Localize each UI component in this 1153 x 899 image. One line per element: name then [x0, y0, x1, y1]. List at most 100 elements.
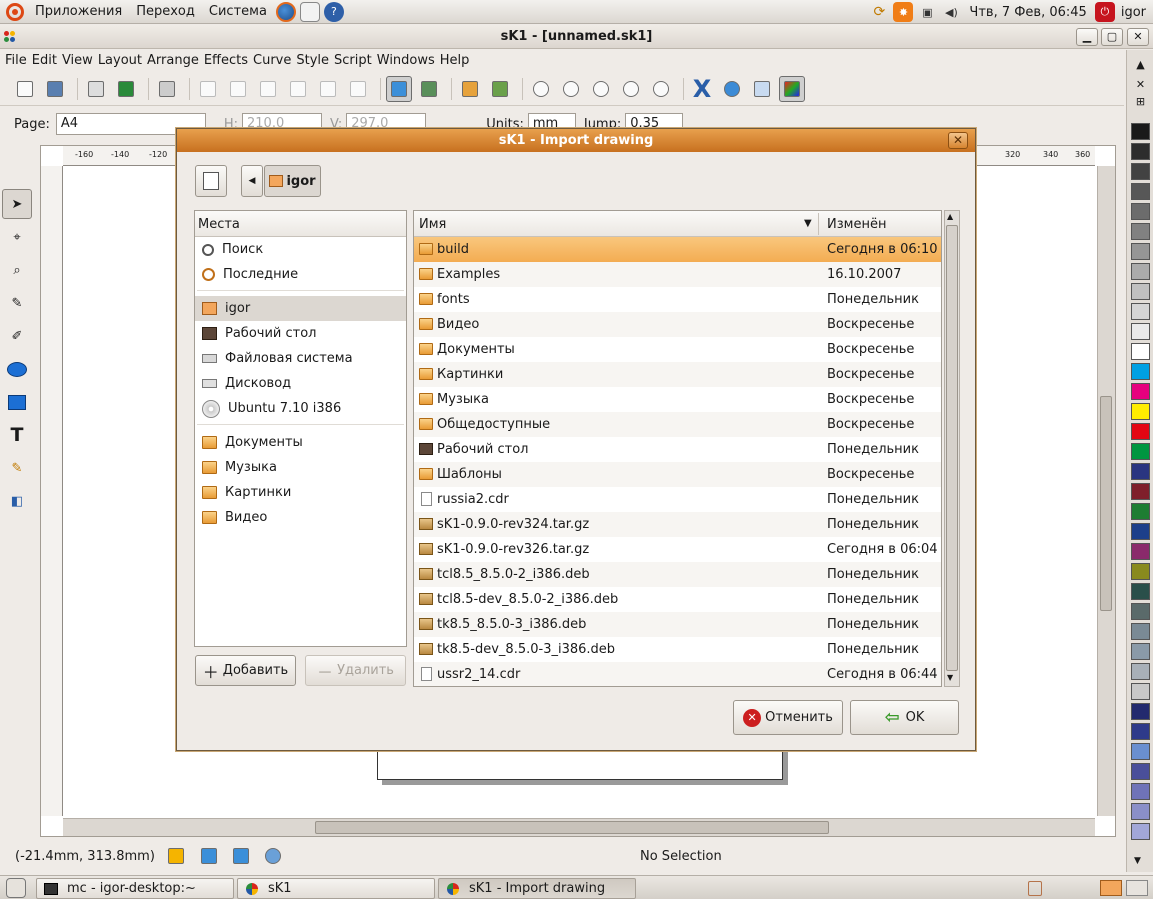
file-row[interactable]: ussr2_14.cdr Сегодня в 06:44	[414, 662, 941, 686]
file-row[interactable]: Музыка Воскресенье	[414, 387, 941, 412]
zoom-100-icon[interactable]	[558, 76, 584, 102]
palette-swatch[interactable]	[1131, 623, 1150, 640]
applications-menu[interactable]: Приложения	[28, 0, 129, 24]
palette-swatch[interactable]	[1131, 763, 1150, 780]
file-row[interactable]: tcl8.5-dev_8.5.0-2_i386.deb Понедельник	[414, 587, 941, 612]
palette-swatch[interactable]	[1131, 143, 1150, 160]
place-search[interactable]: Поиск	[195, 237, 406, 262]
ellipse-tool-icon[interactable]	[2, 354, 32, 384]
menu-layout[interactable]: Layout	[96, 53, 144, 68]
cancel-button[interactable]: ✕ Отменить	[733, 700, 843, 735]
palette-grid-icon[interactable]: ⊞	[1132, 95, 1149, 108]
palette-scroll-down-icon[interactable]: ▼	[1134, 856, 1141, 866]
paste-icon[interactable]	[345, 76, 371, 102]
zoom-selection-icon[interactable]	[588, 76, 614, 102]
open-folder-icon[interactable]	[42, 76, 68, 102]
volume-icon[interactable]: ◀)	[941, 2, 961, 22]
place-music[interactable]: Музыка	[195, 455, 406, 480]
file-row[interactable]: Видео Воскресенье	[414, 312, 941, 337]
print-icon[interactable]	[154, 76, 180, 102]
palette-swatch[interactable]	[1131, 743, 1150, 760]
minimize-button[interactable]: ▁	[1076, 28, 1098, 46]
palette-swatch[interactable]	[1131, 283, 1150, 300]
file-list-scroll-thumb[interactable]	[946, 225, 958, 671]
palette-swatch[interactable]	[1131, 723, 1150, 740]
file-row[interactable]: russia2.cdr Понедельник	[414, 487, 941, 512]
user-name[interactable]: igor	[1121, 5, 1146, 20]
menu-file[interactable]: File	[3, 53, 29, 68]
close-document-icon[interactable]: X	[689, 75, 715, 103]
palette-swatch[interactable]	[1131, 263, 1150, 280]
place-recent[interactable]: Последние	[195, 262, 406, 287]
palette-swatch[interactable]	[1131, 323, 1150, 340]
alert-icon[interactable]: ✸	[893, 2, 914, 22]
palette-swatch[interactable]	[1131, 303, 1150, 320]
palette-scroll-up-icon[interactable]: ▲	[1132, 58, 1149, 71]
palette-swatch[interactable]	[1131, 123, 1150, 140]
window-titlebar[interactable]: sK1 - [unnamed.sk1] ▁ ▢ ✕	[0, 25, 1153, 49]
place-floppy[interactable]: Дисковод	[195, 371, 406, 396]
path-button-igor[interactable]: igor	[264, 165, 321, 197]
canvas-horizontal-scrollbar[interactable]	[63, 818, 1095, 836]
file-row[interactable]: sK1-0.9.0-rev326.tar.gz Сегодня в 06:04	[414, 537, 941, 562]
shapes-icon[interactable]	[749, 76, 775, 102]
file-row[interactable]: sK1-0.9.0-rev324.tar.gz Понедельник	[414, 512, 941, 537]
menu-windows[interactable]: Windows	[375, 53, 437, 68]
palette-swatch[interactable]	[1131, 643, 1150, 660]
palette-swatch[interactable]	[1131, 363, 1150, 380]
palette-swatch[interactable]	[1131, 343, 1150, 360]
path-back-button[interactable]: ◀	[241, 165, 263, 197]
palette-swatch[interactable]	[1131, 583, 1150, 600]
remove-bookmark-button[interactable]: － Удалить	[305, 655, 406, 686]
help-icon[interactable]: ?	[323, 1, 344, 22]
trash-icon[interactable]	[1028, 881, 1042, 896]
task-import-drawing[interactable]: sK1 - Import drawing	[438, 878, 636, 899]
menu-curve[interactable]: Curve	[251, 53, 293, 68]
update-notifier-icon[interactable]: ⟳	[869, 2, 889, 22]
file-row[interactable]: build Сегодня в 06:10	[414, 237, 941, 262]
file-list-scrollbar[interactable]: ▲ ▼	[944, 210, 960, 687]
palette-swatch[interactable]	[1131, 163, 1150, 180]
place-videos[interactable]: Видео	[195, 505, 406, 530]
file-row[interactable]: tk8.5-dev_8.5.0-3_i386.deb Понедельник	[414, 637, 941, 662]
color-manager-icon[interactable]	[779, 75, 805, 102]
places-menu[interactable]: Переход	[129, 0, 202, 24]
vscroll-thumb[interactable]	[1100, 396, 1112, 611]
menu-help[interactable]: Help	[438, 53, 472, 68]
file-row[interactable]: fonts Понедельник	[414, 287, 941, 312]
close-button[interactable]: ✕	[1127, 28, 1149, 46]
file-row[interactable]: Документы Воскресенье	[414, 337, 941, 362]
palette-swatch[interactable]	[1131, 663, 1150, 680]
dialog-title[interactable]: sK1 - Import drawing	[177, 129, 975, 152]
palette-swatch[interactable]	[1131, 603, 1150, 620]
palette-swatch[interactable]	[1131, 243, 1150, 260]
palette-swatch[interactable]	[1131, 463, 1150, 480]
palette-swatch[interactable]	[1131, 823, 1150, 840]
menu-script[interactable]: Script	[332, 53, 374, 68]
place-documents[interactable]: Документы	[195, 430, 406, 455]
new-document-icon[interactable]	[12, 76, 38, 102]
palette-swatch[interactable]	[1131, 523, 1150, 540]
bitmap-import-icon[interactable]	[457, 76, 483, 102]
file-row[interactable]: Рабочий стол Понедельник	[414, 437, 941, 462]
zoom-tool-icon[interactable]: ⌕	[2, 255, 32, 285]
palette-swatch[interactable]	[1131, 403, 1150, 420]
place-cdrom[interactable]: Ubuntu 7.10 i386	[195, 396, 406, 421]
file-row[interactable]: tk8.5_8.5.0-3_i386.deb Понедельник	[414, 612, 941, 637]
firefox-icon[interactable]	[275, 1, 296, 22]
no-color-icon[interactable]: ✕	[1132, 78, 1149, 91]
bitmap-export-icon[interactable]	[487, 76, 513, 102]
palette-swatch[interactable]	[1131, 703, 1150, 720]
outline-tool-icon[interactable]: ✎	[2, 453, 32, 483]
palette-swatch[interactable]	[1131, 203, 1150, 220]
menu-edit[interactable]: Edit	[30, 53, 59, 68]
zoom-page-icon[interactable]	[528, 76, 554, 102]
text-tool-icon[interactable]: T	[2, 420, 32, 450]
palette-swatch[interactable]	[1131, 383, 1150, 400]
workspace-switcher[interactable]	[1100, 880, 1122, 896]
palette-swatch[interactable]	[1131, 223, 1150, 240]
mail-icon[interactable]	[299, 1, 320, 22]
export-icon[interactable]	[416, 76, 442, 102]
dialog-close-button[interactable]: ✕	[948, 132, 968, 149]
palette-swatch[interactable]	[1131, 543, 1150, 560]
